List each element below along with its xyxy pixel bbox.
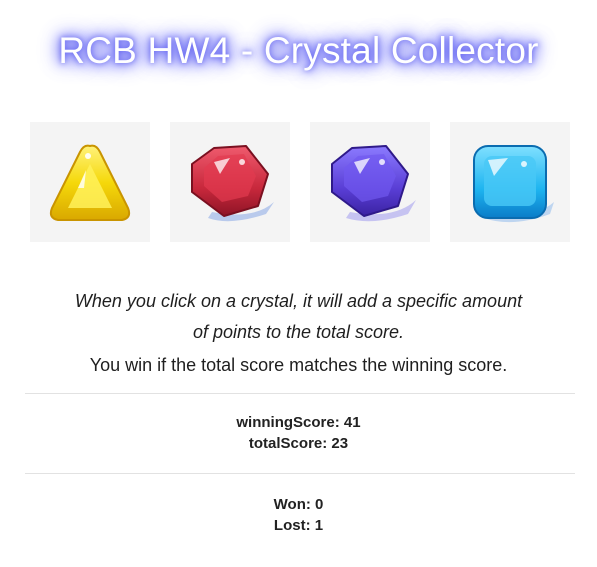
winning-score: winningScore: 41 [236, 414, 361, 431]
lost-count: Lost: 1 [273, 517, 324, 534]
yellow-crystal-button[interactable] [30, 122, 150, 242]
purple-crystal-button[interactable] [310, 122, 430, 242]
blue-crystal-icon [473, 145, 554, 223]
red-crystal-button[interactable] [170, 122, 290, 242]
red-crystal-icon [191, 145, 274, 222]
instructions-line-2: of points to the total score. [192, 322, 405, 342]
page-title: RCB HW4 - Crystal Collector [58, 30, 539, 71]
win-rule-text: You win if the total score matches the w… [89, 355, 508, 375]
score-panel: winningScore: 41 totalScore: 23 [0, 412, 597, 454]
yellow-crystal-icon [49, 144, 131, 221]
instructions-line-1: When you click on a crystal, it will add… [74, 291, 523, 311]
total-score: totalScore: 23 [248, 435, 349, 452]
divider-bottom [25, 473, 575, 474]
blue-crystal-button[interactable] [450, 122, 570, 242]
won-count: Won: 0 [273, 496, 324, 513]
record-panel: Won: 0 Lost: 1 [0, 494, 597, 536]
crystal-row [30, 122, 570, 242]
instructions: When you click on a crystal, it will add… [0, 286, 597, 381]
purple-crystal-icon [331, 145, 416, 222]
divider-top [25, 393, 575, 394]
